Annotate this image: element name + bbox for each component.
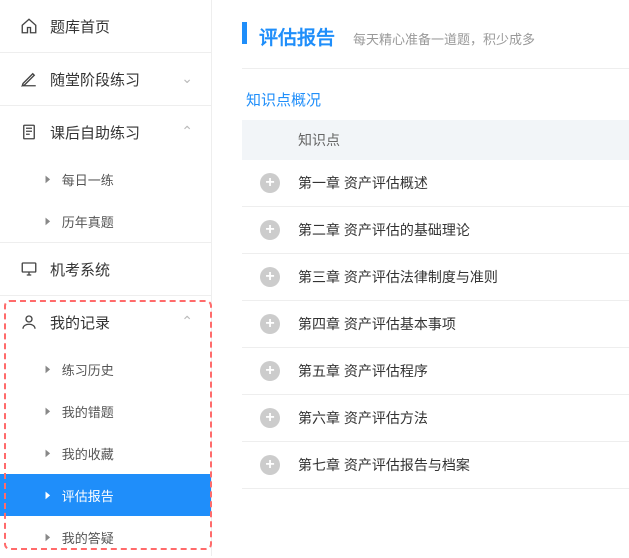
- triangle-icon: ▶: [46, 490, 51, 501]
- user-icon: [18, 313, 40, 331]
- knowledge-label: 第二章 资产评估的基础理论: [298, 220, 470, 240]
- notes-icon: [18, 123, 40, 141]
- sidebar-item-in-class[interactable]: 随堂阶段练习 ⌄: [0, 53, 211, 105]
- sidebar-item-label: 题库首页: [50, 16, 193, 37]
- column-header: 知识点: [242, 120, 629, 160]
- knowledge-row[interactable]: + 第七章 资产评估报告与档案: [242, 442, 629, 489]
- knowledge-row[interactable]: + 第五章 资产评估程序: [242, 348, 629, 395]
- sidebar-sub-history[interactable]: ▶ 练习历史: [0, 348, 211, 390]
- page-title: 评估报告: [259, 23, 335, 50]
- expand-icon[interactable]: +: [260, 408, 280, 428]
- sidebar-sub-label: 我的答疑: [62, 528, 114, 547]
- knowledge-row[interactable]: + 第六章 资产评估方法: [242, 395, 629, 442]
- knowledge-row[interactable]: + 第三章 资产评估法律制度与准则: [242, 254, 629, 301]
- sidebar-item-label: 课后自助练习: [50, 122, 181, 143]
- accent-bar: [242, 22, 247, 44]
- triangle-icon: ▶: [46, 532, 51, 543]
- sidebar-sub-daily[interactable]: ▶ 每日一练: [0, 158, 211, 200]
- expand-icon[interactable]: +: [260, 314, 280, 334]
- knowledge-label: 第四章 资产评估基本事项: [298, 314, 456, 334]
- chevron-up-icon: ⌃: [181, 313, 193, 330]
- main-content: 评估报告 每天精心准备一道题，积少成多 知识点概况 知识点 + 第一章 资产评估…: [212, 0, 629, 556]
- expand-icon[interactable]: +: [260, 220, 280, 240]
- knowledge-label: 第七章 资产评估报告与档案: [298, 455, 470, 475]
- knowledge-row[interactable]: + 第二章 资产评估的基础理论: [242, 207, 629, 254]
- sidebar-sub-fav[interactable]: ▶ 我的收藏: [0, 432, 211, 474]
- chevron-down-icon: ⌄: [181, 70, 193, 87]
- expand-icon[interactable]: +: [260, 455, 280, 475]
- knowledge-label: 第三章 资产评估法律制度与准则: [298, 267, 498, 287]
- sidebar-item-after[interactable]: 课后自助练习 ⌃: [0, 106, 211, 158]
- expand-icon[interactable]: +: [260, 173, 280, 193]
- sidebar-sub-label: 我的错题: [62, 402, 114, 421]
- triangle-icon: ▶: [46, 174, 51, 185]
- sidebar-item-label: 我的记录: [50, 312, 181, 333]
- sidebar-sub-label: 练习历史: [62, 360, 114, 379]
- sidebar-sub-label: 历年真题: [62, 212, 114, 231]
- sidebar-sub-report[interactable]: ▶ 评估报告: [0, 474, 211, 516]
- knowledge-label: 第五章 资产评估程序: [298, 361, 428, 381]
- sidebar-item-exam[interactable]: 机考系统: [0, 243, 211, 295]
- triangle-icon: ▶: [46, 406, 51, 417]
- section-title: 知识点概况: [242, 89, 629, 110]
- monitor-icon: [18, 260, 40, 278]
- sidebar-item-record[interactable]: 我的记录 ⌃: [0, 296, 211, 348]
- sidebar: 题库首页 随堂阶段练习 ⌄ 课后自助练习 ⌃ ▶ 每日一练: [0, 0, 212, 556]
- home-icon: [18, 17, 40, 35]
- expand-icon[interactable]: +: [260, 267, 280, 287]
- sidebar-item-label: 随堂阶段练习: [50, 69, 181, 90]
- triangle-icon: ▶: [46, 364, 51, 375]
- knowledge-row[interactable]: + 第四章 资产评估基本事项: [242, 301, 629, 348]
- column-header-label: 知识点: [298, 130, 340, 150]
- expand-icon[interactable]: +: [260, 361, 280, 381]
- knowledge-label: 第一章 资产评估概述: [298, 173, 428, 193]
- sidebar-item-label: 机考系统: [50, 259, 193, 280]
- sidebar-sub-qa[interactable]: ▶ 我的答疑: [0, 516, 211, 558]
- sidebar-sub-wrong[interactable]: ▶ 我的错题: [0, 390, 211, 432]
- page-header: 评估报告 每天精心准备一道题，积少成多: [242, 22, 629, 69]
- sidebar-item-home[interactable]: 题库首页: [0, 0, 211, 52]
- triangle-icon: ▶: [46, 216, 51, 227]
- pencil-icon: [18, 70, 40, 88]
- knowledge-row[interactable]: + 第一章 资产评估概述: [242, 160, 629, 207]
- sidebar-sub-label: 评估报告: [62, 486, 114, 505]
- page-subtitle: 每天精心准备一道题，积少成多: [353, 29, 535, 48]
- triangle-icon: ▶: [46, 448, 51, 459]
- sidebar-sub-label: 每日一练: [62, 170, 114, 189]
- sidebar-sub-label: 我的收藏: [62, 444, 114, 463]
- chevron-up-icon: ⌃: [181, 123, 193, 140]
- sidebar-sub-past[interactable]: ▶ 历年真题: [0, 200, 211, 242]
- knowledge-label: 第六章 资产评估方法: [298, 408, 428, 428]
